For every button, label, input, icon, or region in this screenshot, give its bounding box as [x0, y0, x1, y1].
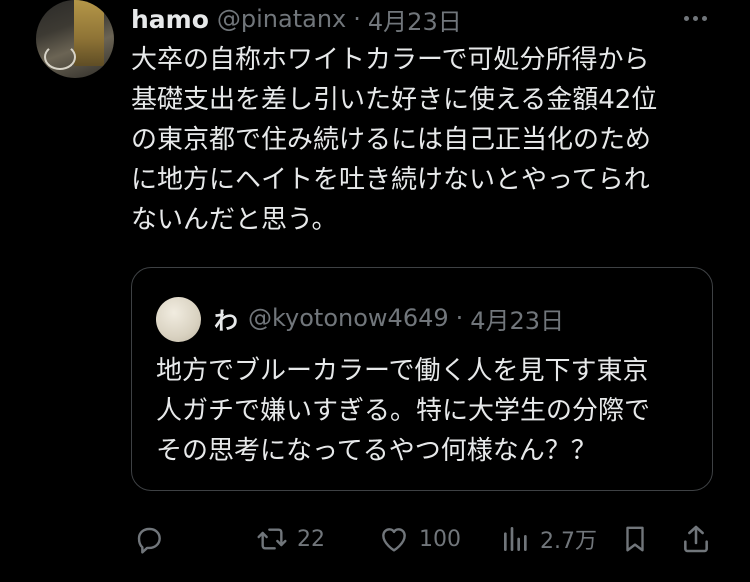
- bookmark-icon: [626, 526, 644, 552]
- repost-count: 22: [297, 526, 325, 552]
- like-button[interactable]: 100: [377, 518, 461, 560]
- tweet-text-line: 大卒の自称ホワイトカラーで可処分所得から: [131, 45, 650, 75]
- author-handle[interactable]: @pinatanx: [217, 5, 346, 33]
- tweet-text-line: ないんだと思う。: [131, 205, 338, 235]
- quoted-text-line: 地方でブルーカラーで働く人を見下す東京: [156, 356, 649, 386]
- post-date[interactable]: 4月23日: [368, 2, 462, 37]
- tweet-text-line: に地方にヘイトを吐き続けないとやってられ: [131, 165, 650, 195]
- repost-button[interactable]: 22: [255, 518, 325, 560]
- tweet-text-line: 基礎支出を差し引いた好きに使える金額42位: [131, 85, 658, 115]
- quoted-text-line: その思考になってるやつ何様なん？？: [156, 436, 597, 466]
- quoted-header-separator: ·: [455, 304, 464, 332]
- share-button[interactable]: [680, 518, 712, 560]
- quoted-post-date: 4月23日: [470, 306, 565, 335]
- quoted-tweet-card[interactable]: わ @kyotonow4649 · 4月23日 地方でブルーカラーで働く人を見下…: [131, 267, 713, 491]
- quoted-tweet-header: わ @kyotonow4649 · 4月23日: [214, 301, 564, 335]
- avatar-bike-shape: [44, 44, 76, 70]
- quoted-tweet-text: 地方でブルーカラーで働く人を見下す東京 人ガチで嫌いすぎる。特に大学生の分際で …: [156, 351, 696, 471]
- author-name[interactable]: hamo: [131, 5, 209, 34]
- tweet-text: 大卒の自称ホワイトカラーで可処分所得から 基礎支出を差し引いた好きに使える金額4…: [131, 40, 706, 240]
- views-icon: [504, 527, 527, 551]
- more-options-icon[interactable]: [684, 8, 712, 28]
- heart-icon: [382, 528, 406, 552]
- like-count: 100: [419, 526, 461, 552]
- quoted-text-line: 人ガチで嫌いすぎる。特に大学生の分際で: [156, 396, 651, 426]
- quoted-author-handle: @kyotonow4649: [248, 304, 449, 332]
- action-bar: 22 100 2.7万: [0, 518, 750, 560]
- author-avatar[interactable]: [36, 0, 114, 78]
- quoted-author-avatar: [156, 297, 201, 342]
- avatar-door-shape: [74, 0, 104, 66]
- reply-button[interactable]: [133, 518, 165, 560]
- views-button[interactable]: 2.7万: [500, 518, 597, 560]
- repost-icon: [257, 528, 287, 550]
- bookmark-button[interactable]: [620, 518, 650, 560]
- tweet-header: hamo @pinatanx · 4月23日: [131, 2, 462, 36]
- views-count: 2.7万: [540, 529, 597, 554]
- reply-icon: [137, 527, 161, 554]
- quoted-author-name: わ: [214, 306, 238, 335]
- tweet-text-line: の東京都で住み続けるには自己正当化のため: [131, 125, 652, 155]
- share-icon: [684, 525, 708, 553]
- header-separator: ·: [353, 5, 361, 33]
- tweet: hamo @pinatanx · 4月23日 大卒の自称ホワイトカラーで可処分所…: [0, 0, 750, 582]
